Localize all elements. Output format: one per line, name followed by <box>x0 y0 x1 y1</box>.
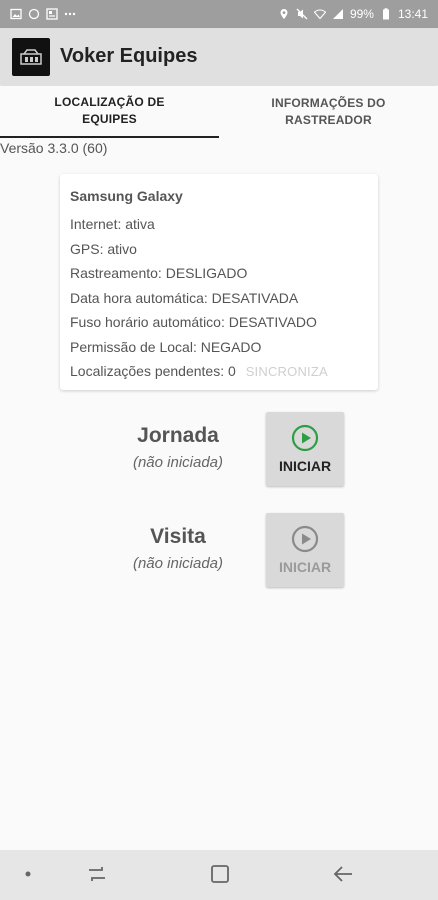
location-permission-status: Permissão de Local: NEGADO <box>70 338 262 355</box>
voker-logo-icon <box>12 37 50 76</box>
play-circle-icon <box>291 424 319 452</box>
visita-start-button[interactable]: INICIAR <box>266 513 344 587</box>
version-label: Versão 3.3.0 (60) <box>0 140 108 156</box>
status-left-icons <box>10 8 76 20</box>
wifi-icon <box>313 8 326 20</box>
jornada-label-group: Jornada (não iniciada) <box>98 424 258 471</box>
device-info-card: Samsung Galaxy Internet: ativa GPS: ativ… <box>60 174 378 390</box>
play-circle-icon <box>291 525 319 553</box>
visita-start-label: INICIAR <box>278 559 332 575</box>
home-icon[interactable] <box>210 864 230 884</box>
tab-informacoes-do-rastreador[interactable]: INFORMAÇÕES DO RASTREADOR <box>219 86 438 138</box>
status-right-icons: 99% 13:41 <box>278 7 428 21</box>
app-title: Voker Equipes <box>60 45 198 67</box>
navigation-bar <box>0 850 438 900</box>
app-bar: Voker Equipes <box>0 28 438 85</box>
auto-datetime-status: Data hora automática: DESATIVADA <box>70 289 299 306</box>
circle-icon <box>28 8 40 20</box>
jornada-status: (não iniciada) <box>132 454 224 471</box>
location-icon <box>278 8 290 20</box>
sync-button[interactable]: SINCRONIZA <box>246 364 328 379</box>
tab-localizacao-de-equipes[interactable]: LOCALIZAÇÃO DE EQUIPES <box>0 86 219 138</box>
jornada-start-label: INICIAR <box>278 458 332 474</box>
screen: 99% 13:41 Voker Equipes LOCALIZAÇÃO DE E… <box>0 0 438 900</box>
recent-apps-icon[interactable] <box>86 864 108 884</box>
tracking-status: Rastreamento: DESLIGADO <box>70 265 248 281</box>
gps-status: GPS: ativo <box>70 240 137 257</box>
back-icon[interactable] <box>332 864 354 884</box>
visita-title: Visita <box>150 525 206 548</box>
news-icon <box>46 8 58 20</box>
signal-icon <box>332 8 344 20</box>
battery-percent: 99% <box>349 7 374 21</box>
visita-label-group: Visita (não iniciada) <box>98 525 258 572</box>
status-bar: 99% 13:41 <box>0 0 438 28</box>
internet-status: Internet: ativa <box>70 216 155 232</box>
dot-icon[interactable] <box>24 870 32 878</box>
more-icon <box>64 8 76 20</box>
clock: 13:41 <box>397 7 428 21</box>
jornada-title: Jornada <box>137 424 219 447</box>
device-name: Samsung Galaxy <box>70 188 183 204</box>
battery-icon <box>380 8 392 20</box>
jornada-start-button[interactable]: INICIAR <box>266 412 344 486</box>
mute-icon <box>296 8 308 20</box>
pending-locations-label: Localizações pendentes: 0 <box>70 363 236 379</box>
auto-timezone-status: Fuso horário automático: DESATIVADO <box>70 314 317 330</box>
image-icon <box>10 8 22 20</box>
tab-bar: LOCALIZAÇÃO DE EQUIPES INFORMAÇÕES DO RA… <box>0 86 438 138</box>
visita-status: (não iniciada) <box>132 555 224 572</box>
pending-locations-row: Localizações pendentes: 0 SINCRONIZA <box>70 359 368 384</box>
